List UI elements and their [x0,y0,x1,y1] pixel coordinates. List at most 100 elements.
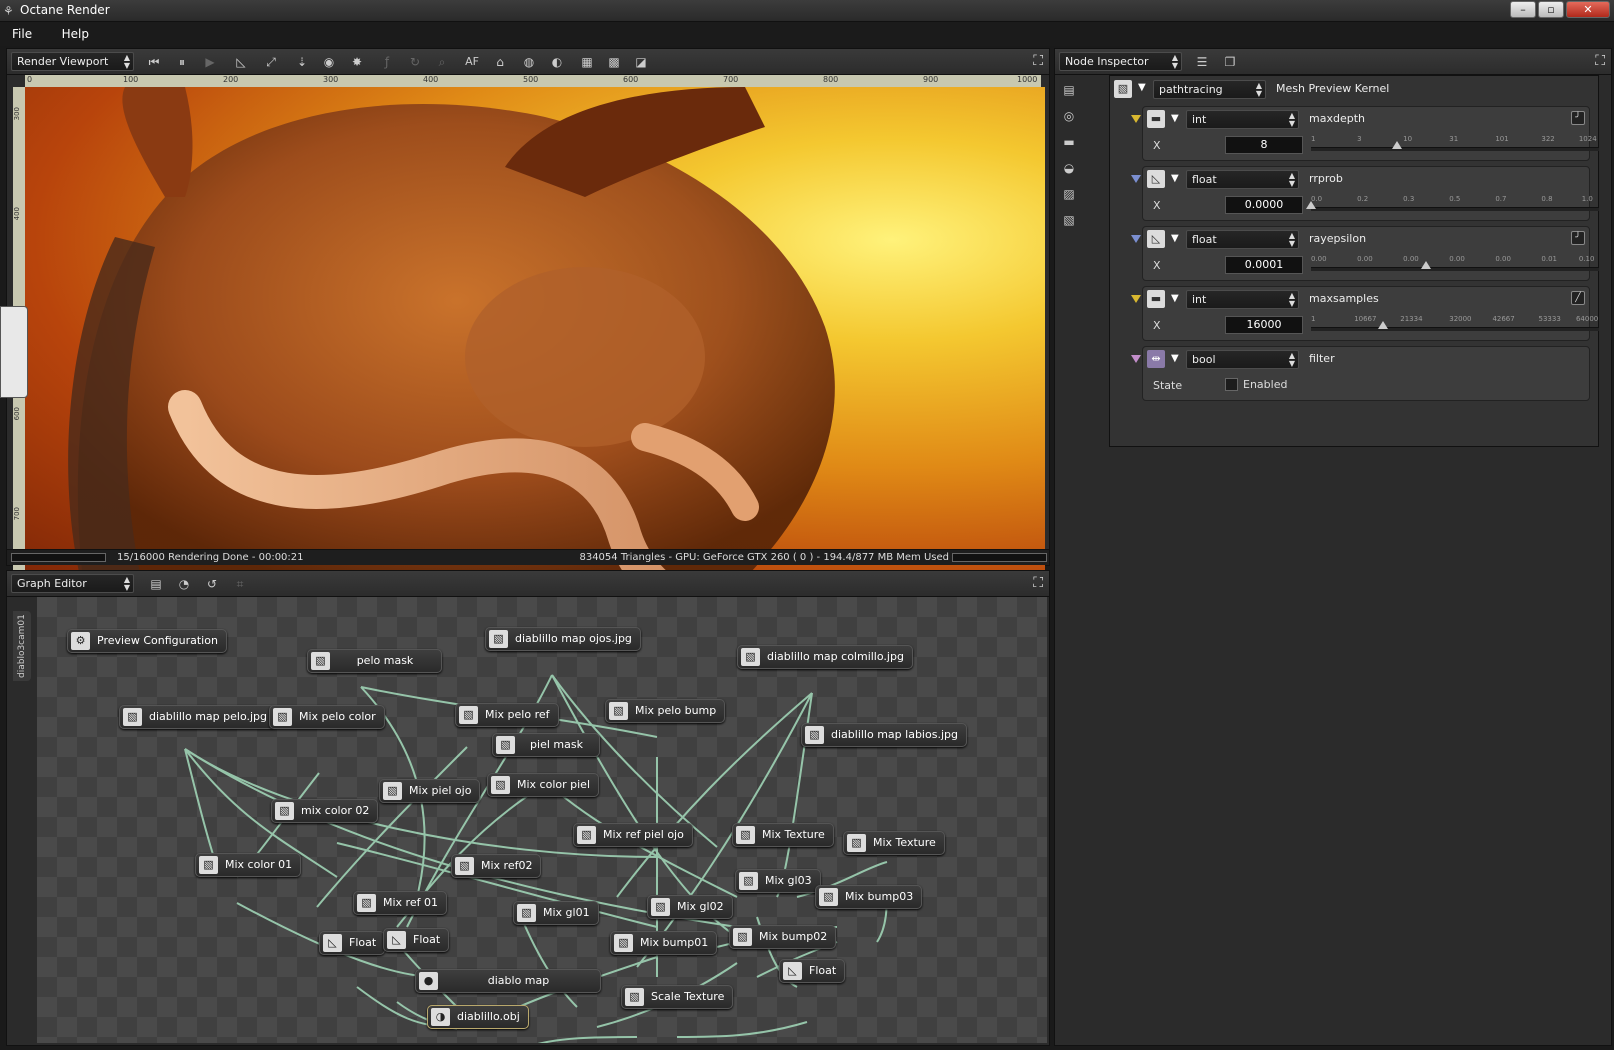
param-type-combo[interactable]: float ▲ ▼ [1186,170,1299,189]
node-mix-bump02[interactable]: ▧ Mix bump02 [729,925,837,949]
pick-focus-icon[interactable]: ⇣ [293,53,311,71]
param-type-combo[interactable]: bool ▲ ▼ [1186,350,1299,369]
mesh-shortcut-icon[interactable]: ▤ [1060,83,1078,101]
pause-icon[interactable]: ⏸ [173,53,191,71]
play-icon[interactable]: ▶ [201,53,219,71]
fullscreen-icon[interactable]: ⛶ [1595,53,1605,69]
rrprob-value-field[interactable]: 0.0000 [1225,196,1303,214]
zoom-icon[interactable]: ⌕ [433,53,451,71]
checker-icon[interactable]: ▩ [605,53,623,71]
node-mix-pelo-bump[interactable]: ▧ Mix pelo bump [605,699,726,723]
node-mix-gl03[interactable]: ▧ Mix gl03 [735,869,821,893]
slider-thumb[interactable] [1378,321,1388,329]
region-render-icon[interactable]: ▦ [578,53,596,71]
graph-editor-selector[interactable]: Graph Editor ▲ ▼ [11,574,134,593]
render-image[interactable] [25,87,1045,597]
refresh-icon[interactable]: ↻ [406,53,424,71]
camera-icon[interactable]: ⌂ [491,53,509,71]
node-mix-bump03[interactable]: ▧ Mix bump03 [815,885,923,909]
node-mix-color-piel[interactable]: ▧ Mix color piel [487,773,599,797]
close-button[interactable]: ✕ [1566,1,1610,18]
input-pin-icon[interactable] [1131,355,1141,363]
collapse-triangle-icon[interactable]: ▼ [1171,293,1179,304]
maxdepth-value-field[interactable]: 8 [1225,136,1303,154]
node-mix-gl01[interactable]: ▧ Mix gl01 [513,901,599,925]
node-mix-ref-piel-ojo[interactable]: ▧ Mix ref piel ojo [573,823,693,847]
rayepsilon-slider[interactable]: 0.00 0.00 0.00 0.00 0.00 0.01 0.10 [1311,255,1599,272]
curve-edit-icon[interactable]: ╯ [1571,231,1585,245]
save-graph-icon[interactable]: ▤ [147,575,165,593]
fullscreen-icon[interactable]: ⛶ [1033,575,1043,591]
node-diablillo-obj[interactable]: ◑ diablillo.obj [427,1005,529,1029]
node-float-b[interactable]: ◺ Float [383,928,450,952]
af-toggle[interactable]: AF [463,53,481,71]
camera-shortcut-icon[interactable]: ◎ [1060,109,1078,127]
reload-graph-icon[interactable]: ↺ [203,575,221,593]
filter-enabled-checkbox[interactable] [1225,378,1238,391]
menu-help[interactable]: Help [62,22,89,46]
maxsamples-slider[interactable]: 1 10667 21334 32000 42667 53333 64000 [1311,315,1599,332]
maxdepth-slider[interactable]: 1 3 10 31 101 322 1024 [1311,135,1599,152]
node-diablillo-map-labios[interactable]: ▧ diablillo map labios.jpg [801,723,967,747]
imager-shortcut-icon[interactable]: ▨ [1060,187,1078,205]
keyboard-tab-icon[interactable] [0,306,28,398]
rrprob-slider[interactable]: 0.0 0.2 0.3 0.5 0.7 0.8 1.0 [1306,195,1599,212]
menu-file[interactable]: File [12,22,32,46]
rayepsilon-value-field[interactable]: 0.0001 [1225,256,1303,274]
node-pelo-mask[interactable]: ▧ pelo mask [307,649,442,673]
slider-thumb[interactable] [1392,141,1403,149]
environment-shortcut-icon[interactable]: ◒ [1060,161,1078,179]
pick-material-icon[interactable]: ◉ [320,53,338,71]
input-pin-icon[interactable] [1131,295,1141,303]
param-type-combo[interactable]: int ▲ ▼ [1186,290,1299,309]
node-mix-ref-01[interactable]: ▧ Mix ref 01 [353,891,447,915]
node-diablo-map[interactable]: ● diablo map [415,969,601,993]
param-type-combo[interactable]: float ▲ ▼ [1186,230,1299,249]
maximize-button[interactable]: ▫ [1538,1,1564,18]
collapse-triangle-icon[interactable]: ▼ [1171,173,1179,184]
inspector-selector[interactable]: Node Inspector ▲ ▼ [1059,52,1182,71]
node-diablillo-map-pelo[interactable]: ▧ diablillo map pelo.jpg [119,705,277,729]
slider-thumb[interactable] [1421,261,1432,269]
ruler-icon[interactable]: ◺ [232,53,250,71]
node-mix-pelo-ref[interactable]: ▧ Mix pelo ref [455,703,559,727]
node-mix-piel-ojo[interactable]: ▧ Mix piel ojo [379,779,481,803]
texture-shortcut-icon[interactable]: ▧ [1060,213,1078,231]
graph-tab-diablo3cam01[interactable]: diablo3cam01 [13,611,31,681]
node-mix-color-01[interactable]: ▧ Mix color 01 [195,853,302,877]
node-piel-mask[interactable]: ▧ piel mask [492,733,600,757]
minimize-button[interactable]: – [1510,1,1536,18]
input-pin-icon[interactable] [1131,235,1141,243]
collapse-all-icon[interactable]: ☰ [1193,53,1211,71]
lock-region-icon[interactable]: ◪ [632,53,650,71]
linear-edit-icon[interactable]: ╱ [1571,291,1585,305]
node-float-c[interactable]: ◺ Float [779,959,846,983]
recenter-icon[interactable]: ⤢ [262,53,280,71]
node-mix-pelo-color[interactable]: ▧ Mix pelo color [269,705,385,729]
fullscreen-icon[interactable]: ⛶ [1033,53,1043,69]
node-float-a[interactable]: ◺ Float [319,931,386,955]
node-preview-configuration[interactable]: ⚙ Preview Configuration [67,629,227,653]
node-diablillo-map-ojos[interactable]: ▧ diablillo map ojos.jpg [485,627,641,651]
curve-edit-icon[interactable]: ╯ [1571,111,1585,125]
slider-thumb[interactable] [1306,201,1316,209]
autofocus-icon[interactable]: ƒ [378,53,396,71]
input-pin-icon[interactable] [1131,175,1141,183]
maxsamples-value-field[interactable]: 16000 [1225,316,1303,334]
collapse-triangle-icon[interactable]: ▼ [1171,113,1179,124]
node-graph-canvas[interactable]: ⚙ Preview Configuration ▧ pelo mask ▧ diabl… [37,597,1047,1043]
collapse-triangle-icon[interactable]: ▼ [1171,353,1179,364]
node-mix-texture-b[interactable]: ▧ Mix Texture [843,831,945,855]
node-mix-ref02[interactable]: ▧ Mix ref02 [451,854,542,878]
node-mix-gl02[interactable]: ▧ Mix gl02 [647,895,733,919]
viewport-selector[interactable]: Render Viewport ▲ ▼ [11,52,134,71]
pick-light-icon[interactable]: ✸ [348,53,366,71]
clay-mode-icon[interactable]: ◍ [520,53,538,71]
kernel-shortcut-icon[interactable]: ▬ [1060,135,1078,153]
collapse-triangle-icon[interactable]: ▼ [1138,82,1146,93]
tidy-graph-icon[interactable]: ⌗ [231,575,249,593]
node-diablillo-map-colmillo[interactable]: ▧ diablillo map colmillo.jpg [737,645,913,669]
input-pin-icon[interactable] [1131,115,1141,123]
load-graph-icon[interactable]: ◔ [175,575,193,593]
node-mix-color-02[interactable]: ▧ mix color 02 [271,799,379,823]
